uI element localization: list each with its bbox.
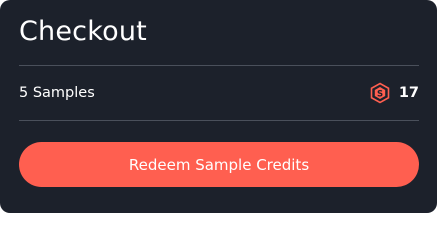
checkout-item-row: 5 Samples S 17: [19, 79, 419, 107]
checkout-title: Checkout: [19, 16, 147, 47]
credit-cost: S 17: [369, 82, 419, 104]
redeem-sample-credits-button[interactable]: Redeem Sample Credits: [19, 142, 419, 187]
checkout-card: Checkout 5 Samples S 17 Redeem Sample Cr…: [0, 0, 437, 213]
top-divider: [19, 65, 419, 66]
item-label: 5 Samples: [19, 85, 95, 101]
bottom-divider: [19, 120, 419, 121]
sample-credit-coin-icon: S: [369, 82, 391, 104]
svg-text:S: S: [377, 89, 383, 99]
credit-amount: 17: [398, 85, 419, 101]
